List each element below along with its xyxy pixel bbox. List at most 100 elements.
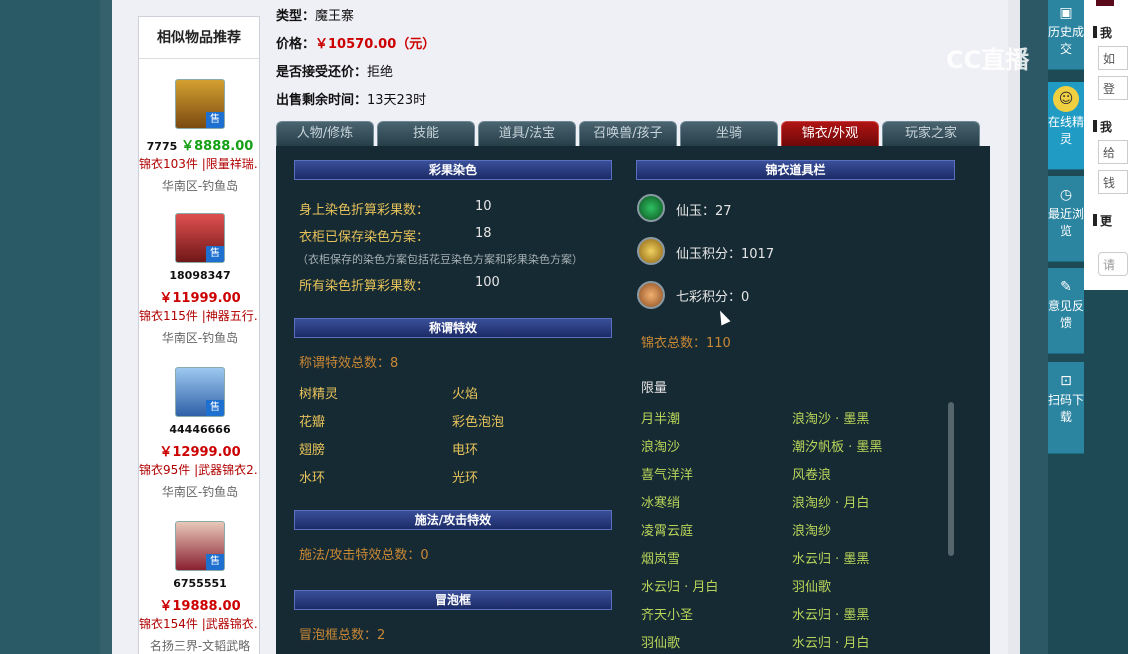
similar-item-name[interactable]: 44446666: [139, 423, 261, 436]
dye-note: （衣柜保存的染色方案包括花豆染色方案和彩果染色方案）: [297, 253, 583, 266]
limited-item: 浪淘纱 · 月白: [792, 496, 870, 511]
similar-item-price: ￥11999.00: [159, 291, 241, 306]
xianyu-count: 仙玉：27: [676, 204, 732, 219]
far-right-input[interactable]: 如: [1098, 46, 1128, 70]
section-bar: [1093, 120, 1097, 132]
dye-all-value: 100: [475, 275, 500, 290]
similar-item-price: ￥8888.00: [181, 139, 254, 154]
limited-item: 水云归 · 月白: [641, 580, 719, 595]
price-row: 价格：￥10570.00（元）: [276, 37, 436, 52]
blue-avatar-icon[interactable]: 售: [175, 367, 225, 417]
similar-item-desc[interactable]: 锦衣154件 |武器锦衣…: [139, 615, 259, 632]
limited-item: 水云归 · 墨黑: [792, 608, 870, 623]
left-border: [100, 0, 112, 654]
costume-total: 锦衣总数：110: [641, 336, 731, 351]
similar-item-name[interactable]: 6755551: [139, 577, 261, 590]
dye-body-value: 10: [475, 199, 492, 214]
sell-tag: 售: [206, 112, 224, 128]
far-right-input[interactable]: 给: [1098, 140, 1128, 164]
limited-item: 羽仙歌: [792, 580, 832, 595]
title-effect-item: 树精灵: [299, 387, 339, 402]
dye-wardrobe-label: 衣柜已保存染色方案：: [299, 230, 430, 245]
online-helper-button[interactable]: ☺ 在线精灵: [1048, 82, 1084, 170]
scan-download-button[interactable]: ⊡ 扫码下载: [1048, 362, 1084, 454]
title-effects-header: 称谓特效: [294, 318, 612, 338]
limited-item: 浪淘沙: [641, 440, 681, 455]
cc-live-watermark: CC直播: [946, 46, 1030, 74]
similar-item-name[interactable]: 7775 ￥8888.00: [139, 135, 261, 154]
similar-item-desc[interactable]: 锦衣95件 |武器锦衣2…: [139, 461, 259, 478]
title-effect-item: 火焰: [452, 387, 479, 402]
spell-effects-header: 施法/攻击特效: [294, 510, 612, 530]
tab-mounts[interactable]: 坐骑: [680, 121, 778, 146]
similar-item-name[interactable]: 18098347: [139, 269, 261, 282]
limited-label: 限量: [641, 381, 668, 396]
section-bar: [1093, 26, 1097, 38]
similar-item-server: 华南区-钓鱼岛: [161, 485, 239, 499]
remaining-time-row: 出售剩余时间：13天23时: [276, 93, 427, 108]
xianyu-points-icon: [637, 237, 665, 265]
limited-scrollbar[interactable]: [948, 402, 954, 556]
xianyu-points: 仙玉积分：1017: [676, 247, 775, 262]
tab-player-home[interactable]: 玩家之家: [882, 121, 980, 146]
bargain-row: 是否接受还价：拒绝: [276, 65, 394, 80]
dye-body-label: 身上染色折算彩果数：: [299, 203, 430, 218]
tab-items[interactable]: 道具/法宝: [478, 121, 576, 146]
dye-section-header: 彩果染色: [294, 160, 612, 180]
dye-wardrobe-value: 18: [475, 226, 492, 241]
tab-costume[interactable]: 锦衣/外观: [781, 121, 879, 146]
bubble-header: 冒泡框: [294, 590, 612, 610]
dye-all-label: 所有染色折算彩果数：: [299, 279, 430, 294]
similar-item-price: ￥19888.00: [159, 599, 241, 614]
limited-item: 齐天小圣: [641, 608, 694, 623]
spell-effects-total: 施法/攻击特效总数：0: [299, 548, 429, 563]
limited-item: 水云归 · 月白: [792, 636, 870, 651]
sell-tag: 售: [206, 554, 224, 570]
similar-item-desc[interactable]: 锦衣103件 |限量祥瑞…: [139, 155, 259, 172]
title-effect-item: 彩色泡泡: [452, 415, 505, 430]
feedback-button[interactable]: ✎ 意见反馈: [1048, 268, 1084, 354]
sell-tag: 售: [206, 246, 224, 262]
far-right-heading: 更: [1100, 214, 1113, 228]
far-right-top-mark: [1096, 0, 1114, 6]
limited-item: 潮汐帆板 · 墨黑: [792, 440, 883, 455]
limited-item: 月半潮: [641, 412, 681, 427]
similar-item-price: ￥12999.00: [159, 445, 241, 460]
helper-avatar-icon: ☺: [1053, 86, 1079, 112]
title-effects-total: 称谓特效总数：8: [299, 356, 399, 371]
tab-character[interactable]: 人物/修炼: [276, 121, 374, 146]
similar-item-server: 华南区-钓鱼岛: [161, 331, 239, 345]
left-background: [0, 0, 100, 654]
far-right-heading: 我: [1100, 26, 1113, 40]
right-dark-border: [1020, 0, 1048, 654]
tab-summons[interactable]: 召唤兽/孩子: [579, 121, 677, 146]
title-effect-item: 翅膀: [299, 443, 326, 458]
clipboard-icon: ▣: [1059, 5, 1073, 21]
similar-item-server: 华南区-钓鱼岛: [161, 179, 239, 193]
title-effect-item: 水环: [299, 471, 326, 486]
bubble-total: 冒泡框总数：2: [299, 628, 386, 643]
tab-skills[interactable]: 技能: [377, 121, 475, 146]
red-hair-avatar-icon[interactable]: 售: [175, 213, 225, 263]
lion-avatar-icon[interactable]: 售: [175, 79, 225, 129]
costume-panel: [276, 146, 990, 654]
edit-icon: ✎: [1060, 279, 1072, 295]
limited-item: 凌霄云庭: [641, 524, 694, 539]
far-right-input[interactable]: 钱: [1098, 170, 1128, 194]
limited-item: 羽仙歌: [641, 636, 681, 651]
clock-icon: ◷: [1059, 187, 1073, 203]
recent-viewed-button[interactable]: ◷ 最近浏览: [1048, 176, 1084, 262]
right-strip: [1008, 0, 1020, 654]
similar-item-desc[interactable]: 锦衣115件 |神器五行…: [139, 307, 259, 324]
title-effect-item: 花瓣: [299, 415, 326, 430]
far-right-login[interactable]: 登: [1098, 76, 1128, 100]
title-effect-item: 光环: [452, 471, 479, 486]
girl-avatar-icon[interactable]: 售: [175, 521, 225, 571]
type-row: 类型：魔王寨: [276, 9, 355, 24]
far-right-search[interactable]: 请: [1098, 252, 1128, 276]
limited-item: 浪淘沙 · 墨黑: [792, 412, 870, 427]
limited-item: 烟岚雪: [641, 552, 681, 567]
costume-bar-header: 锦衣道具栏: [636, 160, 955, 180]
scan-icon: ⊡: [1060, 373, 1072, 389]
section-bar: [1093, 214, 1097, 226]
